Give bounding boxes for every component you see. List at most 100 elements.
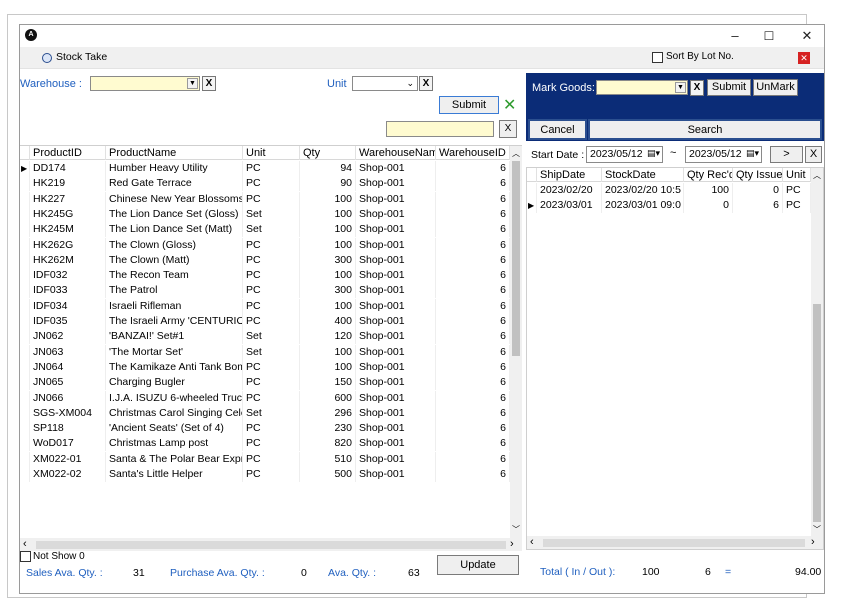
unit-clear-button[interactable]: X bbox=[419, 76, 433, 91]
transactions-vertical-scrollbar[interactable]: ︿ ﹀ bbox=[811, 168, 823, 536]
table-row[interactable]: XM022-02 Santa's Little Helper PC 500 Shop-0… bbox=[20, 467, 510, 482]
search-input[interactable] bbox=[386, 121, 494, 137]
table-row[interactable]: HK227 Chinese New Year Blossoms PC 100 Shop-… bbox=[20, 191, 510, 207]
column-header[interactable]: WarehouseName bbox=[356, 146, 436, 160]
mark-goods-label: Mark Goods: bbox=[532, 82, 595, 94]
scroll-left-icon[interactable]: ‹ bbox=[23, 538, 27, 551]
table-cell: Set bbox=[243, 222, 300, 238]
table-row[interactable]: IDF032 The Recon Team PC 100 Shop-001 6 bbox=[20, 268, 510, 284]
scrollbar-thumb[interactable] bbox=[36, 541, 506, 549]
cancel-button[interactable]: Cancel bbox=[528, 119, 587, 140]
calendar-dropdown-icon[interactable]: ▤▾ bbox=[746, 148, 759, 159]
table-row[interactable]: XM022-01 Santa & The Polar Bear Expres PC 5… bbox=[20, 451, 510, 467]
column-header[interactable]: WarehouseID bbox=[436, 146, 510, 160]
scrollbar-thumb[interactable] bbox=[512, 161, 520, 356]
table-cell: PC bbox=[243, 283, 300, 299]
scrollbar-thumb[interactable] bbox=[543, 539, 805, 547]
table-row[interactable]: HK262G The Clown (Gloss) PC 100 Shop-001 6 bbox=[20, 237, 510, 253]
table-cell: 100 bbox=[300, 237, 356, 253]
mark-submit-button[interactable]: Submit bbox=[707, 79, 751, 96]
table-row[interactable]: ▶ 2023/03/01 2023/03/01 09:0 0 6 PC bbox=[527, 198, 811, 213]
scroll-up-icon[interactable]: ︿ bbox=[512, 148, 520, 159]
scroll-down-icon[interactable]: ﹀ bbox=[512, 524, 520, 535]
table-cell: 6 bbox=[733, 198, 783, 213]
products-horizontal-scrollbar[interactable]: ‹ › bbox=[20, 538, 522, 551]
table-cell: Shop-001 bbox=[356, 467, 436, 482]
table-cell: IDF035 bbox=[30, 314, 106, 329]
column-header[interactable]: Qty Rec'd bbox=[684, 168, 733, 182]
table-row[interactable]: SP118 'Ancient Seats' (Set of 4) PC 230 Shop… bbox=[20, 421, 510, 437]
total-in-out-label: Total ( In / Out ): bbox=[540, 566, 616, 578]
end-date-picker[interactable]: 2023/05/12 ▤▾ bbox=[685, 146, 762, 163]
table-row[interactable]: JN066 I.J.A. ISUZU 6-wheeled Truck PC 600 Sh… bbox=[20, 390, 510, 406]
close-window-button[interactable]: ✕ bbox=[792, 26, 822, 46]
column-header[interactable]: Qty bbox=[300, 146, 356, 160]
table-cell: Shop-001 bbox=[356, 344, 436, 360]
table-cell: 300 bbox=[300, 283, 356, 299]
mark-goods-clear-button[interactable]: X bbox=[690, 80, 704, 96]
search-clear-button[interactable]: X bbox=[499, 120, 517, 138]
update-button[interactable]: Update bbox=[437, 555, 519, 575]
table-row[interactable]: ▶ DD174 Humber Heavy Utility PC 94 Shop-001 6 bbox=[20, 161, 510, 176]
start-date-label: Start Date : bbox=[531, 149, 585, 161]
table-row[interactable]: JN062 'BANZAI!' Set#1 Set 120 Shop-001 6 bbox=[20, 329, 510, 345]
scroll-left-icon[interactable]: ‹ bbox=[530, 536, 534, 549]
unmark-button[interactable]: UnMark bbox=[753, 79, 798, 96]
date-clear-button[interactable]: X bbox=[805, 146, 822, 163]
table-row[interactable]: HK262M The Clown (Matt) PC 300 Shop-001 6 bbox=[20, 252, 510, 268]
table-row[interactable]: HK245G The Lion Dance Set (Gloss) Set 100 Sh… bbox=[20, 206, 510, 222]
submit-button[interactable]: Submit bbox=[439, 96, 499, 114]
table-cell: 2023/02/20 bbox=[537, 183, 602, 198]
transactions-horizontal-scrollbar[interactable]: ‹ › bbox=[527, 536, 823, 549]
column-header[interactable]: ProductName bbox=[106, 146, 243, 160]
table-row[interactable]: WoD017 Christmas Lamp post PC 820 Shop-001 6 bbox=[20, 436, 510, 452]
search-button[interactable]: Search bbox=[588, 119, 822, 140]
unit-combo[interactable]: ⌄ bbox=[352, 76, 418, 91]
start-date-picker[interactable]: 2023/05/12 ▤▾ bbox=[586, 146, 663, 163]
warehouse-clear-button[interactable]: X bbox=[202, 76, 216, 91]
calendar-dropdown-icon[interactable]: ▤▾ bbox=[647, 148, 660, 159]
column-header[interactable]: StockDate bbox=[602, 168, 684, 182]
column-header[interactable]: ProductID bbox=[30, 146, 106, 160]
scroll-right-icon[interactable]: › bbox=[510, 538, 514, 551]
table-cell: 'BANZAI!' Set#1 bbox=[106, 329, 243, 345]
chevron-down-icon[interactable]: ⌄ bbox=[406, 77, 414, 90]
scroll-right-icon[interactable]: › bbox=[811, 536, 815, 549]
maximize-button[interactable]: ☐ bbox=[754, 26, 784, 46]
row-indicator bbox=[20, 222, 30, 238]
chevron-down-icon[interactable]: ▼ bbox=[675, 82, 686, 93]
scroll-down-icon[interactable]: ﹀ bbox=[813, 524, 821, 535]
close-panel-icon[interactable]: ✕ bbox=[798, 52, 810, 64]
table-row[interactable]: JN064 The Kamikaze Anti Tank Bomb PC 100 Sho… bbox=[20, 359, 510, 375]
table-row[interactable]: IDF033 The Patrol PC 300 Shop-001 6 bbox=[20, 283, 510, 299]
table-cell: The Israeli Army 'CENTURION S bbox=[106, 314, 243, 329]
chevron-down-icon[interactable]: ▼ bbox=[187, 78, 198, 89]
warehouse-combo[interactable]: ▼ bbox=[90, 76, 200, 91]
table-row[interactable]: 2023/02/20 2023/02/20 10:5 100 0 PC bbox=[527, 183, 811, 198]
table-row[interactable]: SGS-XM004Christmas Carol Singing Celebra… bbox=[20, 405, 510, 421]
table-row[interactable]: JN065 Charging Bugler PC 150 Shop-001 6 bbox=[20, 375, 510, 391]
table-cell: Shop-001 bbox=[356, 191, 436, 207]
table-cell: 6 bbox=[436, 451, 510, 467]
mark-goods-combo[interactable]: ▼ bbox=[596, 80, 688, 95]
table-cell: HK262G bbox=[30, 237, 106, 253]
products-vertical-scrollbar[interactable]: ︿ ﹀ bbox=[510, 146, 522, 538]
scrollbar-thumb[interactable] bbox=[813, 304, 821, 522]
column-header[interactable]: Qty Issued bbox=[733, 168, 783, 182]
scroll-up-icon[interactable]: ︿ bbox=[813, 170, 821, 181]
next-button[interactable]: > bbox=[770, 146, 803, 163]
table-row[interactable]: HK219 Red Gate Terrace PC 90 Shop-001 6 bbox=[20, 176, 510, 192]
table-cell: 6 bbox=[436, 237, 510, 253]
table-row[interactable]: HK245M The Lion Dance Set (Matt) Set 100 Sho… bbox=[20, 222, 510, 238]
table-row[interactable]: IDF034 Israeli Rifleman PC 100 Shop-001 6 bbox=[20, 298, 510, 314]
column-header[interactable]: Unit bbox=[243, 146, 300, 160]
minimize-button[interactable]: – bbox=[720, 26, 750, 46]
column-header[interactable]: ShipDate bbox=[537, 168, 602, 182]
green-cancel-icon[interactable]: ✕ bbox=[503, 95, 516, 115]
sort-by-lot-checkbox[interactable] bbox=[652, 52, 663, 63]
not-show-zero-checkbox[interactable] bbox=[20, 551, 31, 562]
table-cell: Shop-001 bbox=[356, 298, 436, 314]
table-row[interactable]: IDF035The Israeli Army 'CENTURION SPC400… bbox=[20, 314, 510, 329]
table-row[interactable]: JN063 'The Mortar Set' Set 100 Shop-001 6 bbox=[20, 344, 510, 360]
column-header[interactable]: Unit bbox=[783, 168, 811, 182]
